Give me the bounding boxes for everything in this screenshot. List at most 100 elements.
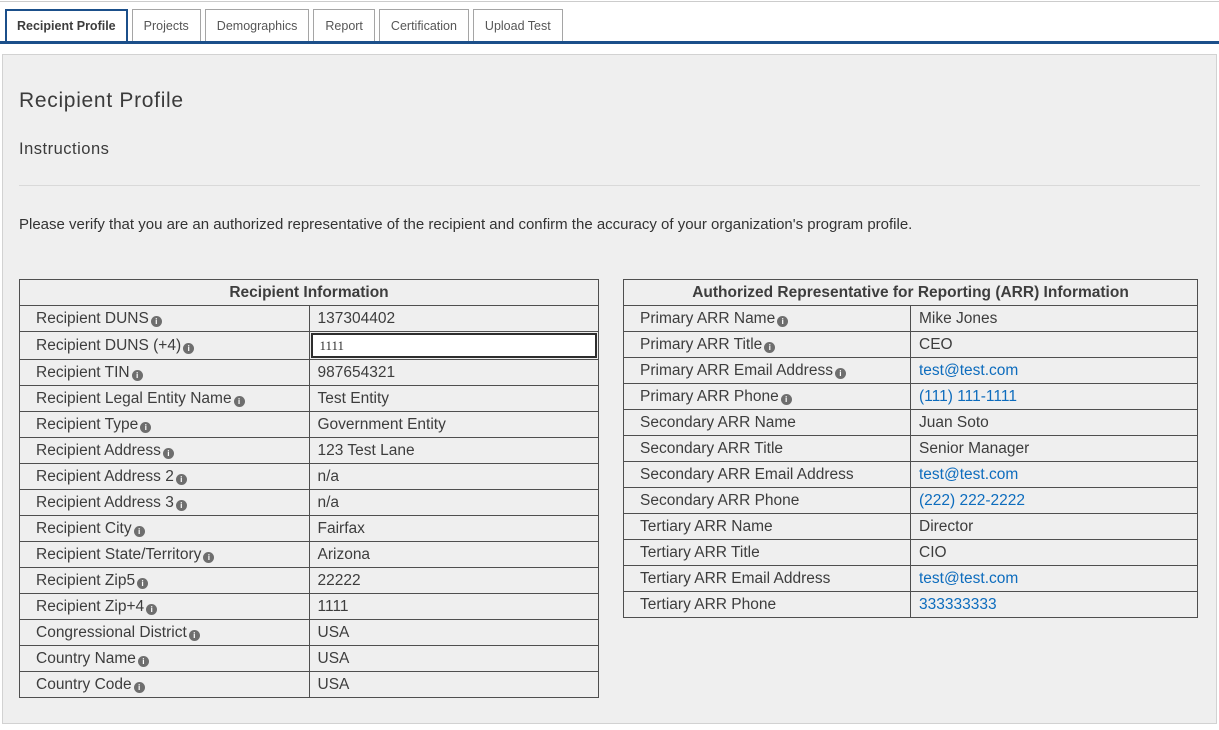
info-icon[interactable]: i xyxy=(234,396,245,407)
info-icon[interactable]: i xyxy=(140,422,151,433)
info-icon[interactable]: i xyxy=(134,526,145,537)
recipient-duns-4-input[interactable] xyxy=(311,333,598,358)
tab-recipient-profile[interactable]: Recipient Profile xyxy=(5,9,128,41)
row-label-text: Primary ARR Email Address xyxy=(640,362,833,379)
info-icon[interactable]: i xyxy=(134,682,145,693)
row-label-text: Country Code xyxy=(36,676,132,693)
table-row: Recipient Addressi 123 Test Lane xyxy=(20,438,599,464)
tab-projects[interactable]: Projects xyxy=(132,9,201,41)
tab-report[interactable]: Report xyxy=(313,9,375,41)
content-panel: Recipient Profile Instructions Please ve… xyxy=(2,54,1217,724)
info-icon[interactable]: i xyxy=(132,370,143,381)
info-icon[interactable]: i xyxy=(781,394,792,405)
primary-arr-email-address-link[interactable]: test@test.com xyxy=(919,362,1018,379)
table-row: Country Namei USA xyxy=(20,646,599,672)
row-value: 123 Test Lane xyxy=(318,442,415,459)
row-label: Primary ARR Phonei xyxy=(624,384,911,410)
info-icon[interactable]: i xyxy=(176,474,187,485)
info-icon[interactable]: i xyxy=(138,656,149,667)
table-row: Congressional Districti USA xyxy=(20,620,599,646)
table-row: Recipient TINi 987654321 xyxy=(20,360,599,386)
row-value-cell: (222) 222-2222 xyxy=(911,488,1198,514)
row-label: Recipient Addressi xyxy=(20,438,310,464)
row-label: Recipient Legal Entity Namei xyxy=(20,386,310,412)
table-row: Tertiary ARR TitleCIO xyxy=(624,540,1198,566)
row-value-cell: Director xyxy=(911,514,1198,540)
row-value-cell: Test Entity xyxy=(309,386,599,412)
recipient-information-table: Recipient Information Recipient DUNSi137… xyxy=(19,279,599,698)
info-icon[interactable]: i xyxy=(137,578,148,589)
row-value-cell: USA xyxy=(309,646,599,672)
tab-demographics[interactable]: Demographics xyxy=(205,9,310,41)
row-label-text: Recipient State/Territory xyxy=(36,546,201,563)
row-label-text: Recipient Address 2 xyxy=(36,468,174,485)
row-value: 137304402 xyxy=(318,310,396,327)
table-row: Primary ARR Titlei CEO xyxy=(624,332,1198,358)
row-value-cell: Senior Manager xyxy=(911,436,1198,462)
recipient-table-title: Recipient Information xyxy=(20,280,599,306)
secondary-arr-phone-link[interactable]: (222) 222-2222 xyxy=(919,492,1025,509)
table-row: Recipient Legal Entity Namei Test Entity xyxy=(20,386,599,412)
info-icon[interactable]: i xyxy=(183,343,194,354)
secondary-arr-email-address-link[interactable]: test@test.com xyxy=(919,466,1018,483)
row-value-cell xyxy=(309,332,599,360)
row-value-cell: 137304402 xyxy=(309,306,599,332)
tertiary-arr-email-address-link[interactable]: test@test.com xyxy=(919,570,1018,587)
table-row: Secondary ARR TitleSenior Manager xyxy=(624,436,1198,462)
info-icon[interactable]: i xyxy=(176,500,187,511)
table-row: Recipient Address 2i n/a xyxy=(20,464,599,490)
tertiary-arr-phone-link[interactable]: 333333333 xyxy=(919,596,997,613)
table-row: Recipient TypeiGovernment Entity xyxy=(20,412,599,438)
table-row: Primary ARR Namei Mike Jones xyxy=(624,306,1198,332)
tab-upload-test[interactable]: Upload Test xyxy=(473,9,563,41)
row-label-text: Tertiary ARR Phone xyxy=(640,596,776,613)
row-value-cell: n/a xyxy=(309,490,599,516)
row-value: Mike Jones xyxy=(919,310,997,327)
info-icon[interactable]: i xyxy=(151,316,162,327)
row-value: Test Entity xyxy=(318,390,390,407)
table-row: Recipient DUNSi137304402 xyxy=(20,306,599,332)
tab-bar: Recipient ProfileProjectsDemographicsRep… xyxy=(0,2,1219,44)
table-row: Tertiary ARR Email Addresstest@test.com xyxy=(624,566,1198,592)
info-icon[interactable]: i xyxy=(203,552,214,563)
instructions-text: Please verify that you are an authorized… xyxy=(19,216,1200,233)
table-row: Primary ARR Email Addressi test@test.com xyxy=(624,358,1198,384)
info-icon[interactable]: i xyxy=(163,448,174,459)
row-value: n/a xyxy=(318,494,340,511)
row-label-text: Recipient Zip+4 xyxy=(36,598,144,615)
row-label-text: Tertiary ARR Title xyxy=(640,544,760,561)
row-value-cell: USA xyxy=(309,672,599,698)
table-row: Recipient DUNS (+4)i xyxy=(20,332,599,360)
row-value: CEO xyxy=(919,336,953,353)
primary-arr-phone-link[interactable]: (111) 111-1111 xyxy=(919,388,1017,405)
row-label-text: Recipient Address xyxy=(36,442,161,459)
row-value: USA xyxy=(318,624,350,641)
info-icon[interactable]: i xyxy=(189,630,200,641)
row-label-text: Country Name xyxy=(36,650,136,667)
row-label-text: Primary ARR Name xyxy=(640,310,775,327)
row-label: Recipient State/Territoryi xyxy=(20,542,310,568)
info-icon[interactable]: i xyxy=(764,342,775,353)
row-value: Senior Manager xyxy=(919,440,1029,457)
row-label: Country Codei xyxy=(20,672,310,698)
row-value: n/a xyxy=(318,468,340,485)
row-label: Primary ARR Email Addressi xyxy=(624,358,911,384)
row-value: Fairfax xyxy=(318,520,365,537)
row-value: Juan Soto xyxy=(919,414,989,431)
row-value: 987654321 xyxy=(318,364,396,381)
row-value: Director xyxy=(919,518,973,535)
info-icon[interactable]: i xyxy=(146,604,157,615)
row-label-text: Congressional District xyxy=(36,624,187,641)
table-row: Secondary ARR Email Addresstest@test.com xyxy=(624,462,1198,488)
row-label: Tertiary ARR Title xyxy=(624,540,911,566)
row-label: Primary ARR Titlei xyxy=(624,332,911,358)
row-value-cell: Arizona xyxy=(309,542,599,568)
tab-certification[interactable]: Certification xyxy=(379,9,469,41)
row-label: Recipient TINi xyxy=(20,360,310,386)
row-label-text: Recipient City xyxy=(36,520,132,537)
row-label-text: Primary ARR Title xyxy=(640,336,762,353)
info-icon[interactable]: i xyxy=(777,316,788,327)
info-icon[interactable]: i xyxy=(835,368,846,379)
row-value-cell: 123 Test Lane xyxy=(309,438,599,464)
row-label: Congressional Districti xyxy=(20,620,310,646)
